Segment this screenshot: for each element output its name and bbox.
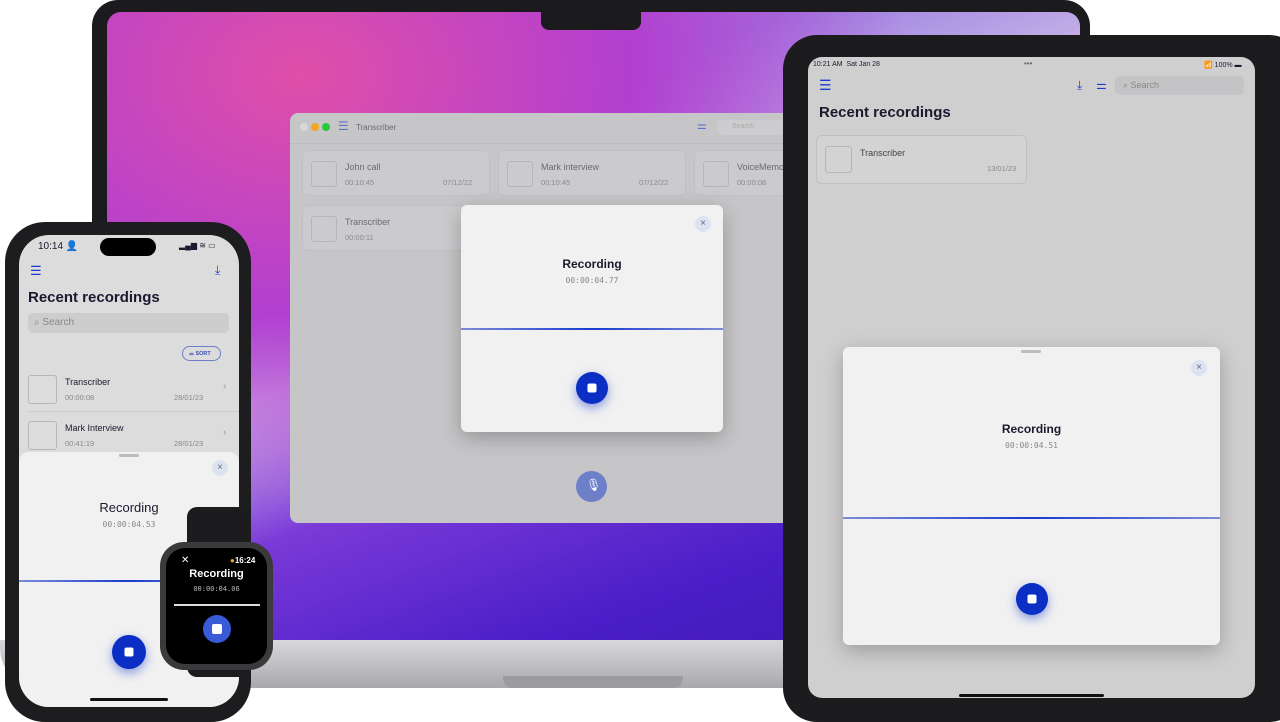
recording-duration: 00:10:45 <box>541 178 571 187</box>
close-window-button[interactable] <box>300 123 308 131</box>
status-icons: ▂▄▆ ≋ ▭ <box>179 241 216 250</box>
battery-status: 📶 100% ▬ <box>1204 62 1242 69</box>
waveform <box>174 604 260 606</box>
close-button[interactable]: × <box>1191 360 1207 376</box>
transcript-thumbnail <box>311 161 337 187</box>
divider <box>28 411 239 412</box>
mac-recording-modal: × Recording 00:00:04.77 <box>461 205 723 432</box>
recording-timer: 00:00:04.77 <box>565 276 619 285</box>
microphone-icon: 🎙 <box>586 478 602 492</box>
download-icon[interactable]: ⤓ <box>215 263 220 278</box>
lock-icon <box>507 161 533 187</box>
microphone-button[interactable]: 🎙 <box>576 471 607 502</box>
filter-icon[interactable]: ⚌ <box>1096 78 1107 92</box>
recording-duration: 00:00:08 <box>65 393 95 402</box>
watch-screen: ✕ ●16:24 Recording 00:00:04.06 <box>166 548 267 664</box>
recording-thumbnail <box>825 146 852 173</box>
recording-title: Recording <box>562 257 622 271</box>
recording-row[interactable]: Transcriber 00:00:08 28/01/23 › <box>19 371 239 413</box>
recording-title: Mark interview <box>541 162 600 172</box>
recording-duration: 00:00:11 <box>345 233 374 242</box>
waveform <box>461 328 723 330</box>
recording-card[interactable]: VoiceMemo 00:00:08 <box>694 150 790 196</box>
download-icon[interactable]: ⤓ <box>1077 78 1082 93</box>
window-title: Transcriber <box>356 123 397 132</box>
recording-timer: 00:00:04.06 <box>193 585 240 593</box>
multitasking-dots[interactable]: ••• <box>1024 59 1032 68</box>
home-indicator <box>90 698 168 701</box>
transcript-thumbnail <box>28 375 57 404</box>
dynamic-island <box>100 238 156 256</box>
recording-title: VoiceMemo <box>737 162 785 172</box>
filter-icon[interactable]: ⚌ <box>697 119 707 132</box>
stop-button[interactable] <box>1016 583 1048 615</box>
divider <box>290 143 790 144</box>
macbook-hinge <box>503 676 683 688</box>
menu-icon[interactable]: ☰ <box>338 119 349 133</box>
menu-icon[interactable]: ☰ <box>819 77 832 94</box>
recording-thumbnail <box>311 216 337 242</box>
waveform <box>843 517 1220 519</box>
zoom-window-button[interactable] <box>322 123 330 131</box>
recording-duration: 00:10:45 <box>345 178 375 187</box>
recording-date: 28/01/23 <box>174 439 204 448</box>
stop-button[interactable] <box>112 635 146 669</box>
close-button[interactable]: × <box>212 460 228 476</box>
close-button[interactable]: × <box>695 216 711 232</box>
recording-title: Recording <box>189 568 244 580</box>
recording-title: Mark Interview <box>65 423 124 433</box>
recording-card[interactable]: Mark interview 00:10:45 07/12/22 <box>498 150 686 196</box>
search-placeholder: Search <box>732 123 755 130</box>
stop-icon <box>212 624 222 634</box>
watch-time: ●16:24 <box>230 556 256 565</box>
sheet-grabber[interactable] <box>119 454 139 457</box>
recording-date: 07/12/22 <box>443 178 473 187</box>
minimize-window-button[interactable] <box>311 123 319 131</box>
sheet-grabber[interactable] <box>1021 350 1041 353</box>
search-input[interactable]: ⌕ Search <box>1115 76 1244 95</box>
recording-card[interactable]: Transcriber 13/01/23 <box>816 135 1027 184</box>
lock-icon <box>28 421 57 450</box>
recording-date: 07/12/22 <box>639 178 669 187</box>
page-title: Recent recordings <box>28 289 160 306</box>
recording-duration: 00:41:19 <box>65 439 95 448</box>
menu-icon[interactable]: ☰ <box>30 263 42 279</box>
recording-date: 13/01/23 <box>987 164 1017 173</box>
mac-notch <box>541 10 641 30</box>
recording-date: 28/01/23 <box>174 393 204 402</box>
recording-title: Transcriber <box>345 217 391 227</box>
status-time: 10:14 👤 <box>38 241 79 252</box>
sort-button[interactable]: ⚌ SORT <box>182 346 221 361</box>
stop-icon <box>124 647 134 657</box>
recording-title: John call <box>345 162 381 172</box>
home-indicator <box>959 694 1104 697</box>
page-title: Recent recordings <box>819 104 951 121</box>
search-input[interactable]: ⌕ Search <box>28 313 229 333</box>
search-input[interactable]: Search <box>718 120 790 135</box>
recording-title: Transcriber <box>860 148 906 158</box>
stop-button[interactable] <box>203 615 231 643</box>
ipad-recording-sheet: × Recording 00:00:04.51 <box>843 347 1220 645</box>
recording-card[interactable]: John call 00:10:45 07/12/22 <box>302 150 490 196</box>
stop-button[interactable] <box>576 372 608 404</box>
chevron-right-icon: › <box>223 427 227 438</box>
recording-title: Transcriber <box>65 377 111 387</box>
stop-icon <box>587 383 597 393</box>
chevron-right-icon: › <box>223 381 227 392</box>
recording-title: Recording <box>1001 422 1062 436</box>
recording-thumbnail <box>703 161 729 187</box>
stop-icon <box>1027 594 1037 604</box>
close-button[interactable]: ✕ <box>181 555 189 566</box>
recording-duration: 00:00:08 <box>737 178 767 187</box>
recording-timer: 00:00:04.51 <box>1005 441 1058 450</box>
status-time: 10:21 AM Sat Jan 28 <box>813 61 880 68</box>
